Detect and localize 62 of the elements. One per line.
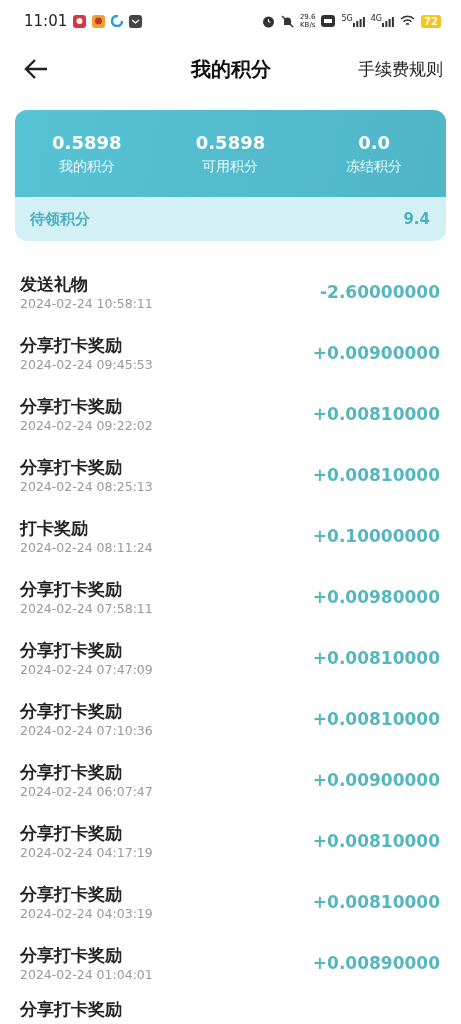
network-type: 5G bbox=[341, 15, 353, 23]
stat-value: 0.0 bbox=[358, 131, 391, 153]
record-title: 分享打卡奖励 bbox=[20, 638, 123, 661]
record-amount: +0.00810000 bbox=[312, 891, 440, 912]
record-time: 2024-02-24 09:22:02 bbox=[20, 417, 153, 433]
record-title: 分享打卡奖励 bbox=[20, 394, 123, 417]
record-time: 2024-02-24 08:11:24 bbox=[20, 539, 153, 555]
record-title: 分享打卡奖励 bbox=[20, 821, 123, 844]
wifi-icon bbox=[400, 15, 416, 27]
record-amount: +0.00980000 bbox=[312, 586, 440, 607]
app-icon bbox=[73, 14, 87, 28]
mail-icon bbox=[129, 14, 143, 28]
record-time: 2024-02-24 07:47:09 bbox=[20, 661, 153, 677]
record-title: 分享打卡奖励 bbox=[20, 943, 123, 966]
record-time: 2024-02-24 08:25:13 bbox=[20, 478, 153, 494]
record-amount: +0.00810000 bbox=[312, 830, 440, 851]
record-time: 2024-02-24 06:07:47 bbox=[20, 783, 153, 799]
signal-icon bbox=[352, 15, 365, 27]
back-icon bbox=[24, 59, 48, 79]
record-title: 分享打卡奖励 bbox=[20, 577, 123, 600]
page-title: 我的积分 bbox=[190, 56, 271, 81]
record-amount: +0.00810000 bbox=[312, 403, 440, 424]
alarm-icon bbox=[261, 14, 275, 28]
record-amount: +0.00890000 bbox=[312, 952, 440, 973]
record-time: 2024-02-24 09:45:53 bbox=[20, 356, 153, 372]
rules-link[interactable]: 手续费规则 bbox=[358, 57, 443, 81]
stat-value: 0.5898 bbox=[52, 131, 122, 153]
record-title: 分享打卡奖励 bbox=[20, 760, 123, 783]
stat-label: 冻结积分 bbox=[346, 157, 403, 176]
app-icon bbox=[92, 14, 106, 28]
record-amount: +0.00810000 bbox=[312, 464, 440, 485]
signal-icon bbox=[382, 15, 395, 27]
record-time: 2024-02-24 04:03:19 bbox=[20, 905, 153, 921]
app-icon bbox=[111, 15, 124, 27]
record-title: 分享打卡奖励 bbox=[20, 998, 122, 1020]
record-time: 2024-02-24 01:04:01 bbox=[20, 966, 153, 982]
record-amount: -2.60000000 bbox=[320, 281, 440, 302]
back-button[interactable] bbox=[24, 59, 48, 79]
network-type: 4G bbox=[370, 15, 383, 23]
record-title: 打卡奖励 bbox=[20, 516, 89, 539]
record-time: 2024-02-24 07:10:36 bbox=[20, 722, 153, 738]
stat-label: 我的积分 bbox=[58, 157, 115, 176]
record-time: 2024-02-24 10:58:11 bbox=[20, 295, 153, 311]
status-time: 11:01 bbox=[24, 12, 68, 30]
record-title: 分享打卡奖励 bbox=[20, 455, 123, 478]
stat-value: 0.5898 bbox=[195, 131, 266, 153]
record-title: 发送礼物 bbox=[20, 272, 89, 295]
hd-icon bbox=[321, 15, 336, 27]
record-amount: +0.10000000 bbox=[312, 525, 440, 546]
record-amount: +0.00900000 bbox=[312, 769, 440, 790]
record-title: 分享打卡奖励 bbox=[20, 882, 123, 905]
record-amount: +0.00900000 bbox=[312, 342, 440, 363]
record-amount: +0.00810000 bbox=[312, 647, 440, 668]
stat-label: 可用积分 bbox=[202, 157, 259, 176]
record-time: 2024-02-24 07:58:11 bbox=[20, 600, 153, 616]
battery-level: 72 bbox=[421, 14, 441, 28]
record-title: 分享打卡奖励 bbox=[20, 699, 123, 722]
record-time: 2024-02-24 04:17:19 bbox=[20, 844, 153, 860]
pending-value: 9.4 bbox=[403, 210, 430, 228]
record-amount: +0.00810000 bbox=[312, 708, 440, 729]
record-title: 分享打卡奖励 bbox=[20, 333, 123, 356]
pending-label: 待领积分 bbox=[30, 209, 90, 229]
